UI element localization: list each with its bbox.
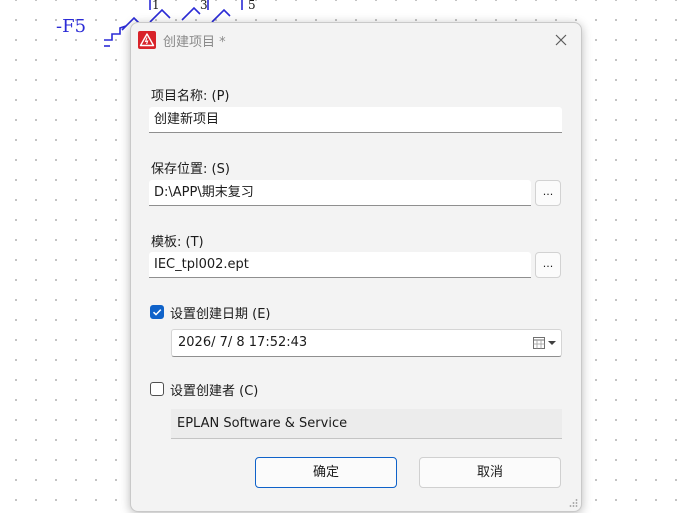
- resize-grip-icon[interactable]: [568, 498, 578, 508]
- ok-button[interactable]: 确定: [255, 457, 397, 488]
- create-project-dialog: 创建项目 * 项目名称: (P) 创建新项目 保存位置: (S) D:\APP\…: [130, 22, 582, 512]
- chevron-down-icon[interactable]: [547, 339, 557, 347]
- terminal-number-3: 3: [200, 0, 208, 12]
- template-browse-button[interactable]: ...: [535, 252, 561, 278]
- set-author-label: 设置创建者 (C): [170, 384, 259, 399]
- template-input[interactable]: IEC_tpl002.ept: [149, 252, 531, 278]
- save-location-browse-button[interactable]: ...: [535, 180, 561, 206]
- checkmark-icon: [152, 309, 162, 316]
- set-date-label: 设置创建日期 (E): [170, 307, 271, 322]
- set-date-checkbox[interactable]: [150, 305, 164, 319]
- terminal-number-5: 5: [248, 0, 256, 12]
- template-label: 模板: (T): [151, 235, 204, 250]
- close-icon: [555, 34, 567, 46]
- device-label-f5: -F5: [56, 16, 87, 37]
- creation-date-value: 2026/ 7/ 8 17:52:43: [178, 335, 308, 350]
- set-author-checkbox[interactable]: [150, 382, 164, 396]
- save-location-input[interactable]: D:\APP\期末复习: [149, 180, 531, 206]
- project-name-label: 项目名称: (P): [151, 89, 230, 104]
- author-input[interactable]: EPLAN Software & Service: [171, 409, 562, 439]
- dialog-title: 创建项目 *: [163, 35, 226, 50]
- terminal-number-1: 1: [152, 0, 160, 12]
- cancel-button[interactable]: 取消: [419, 457, 561, 488]
- warning-triangle-icon: [138, 31, 156, 49]
- creation-date-picker[interactable]: 2026/ 7/ 8 17:52:43: [171, 329, 562, 357]
- close-button[interactable]: [547, 27, 575, 53]
- project-name-input[interactable]: 创建新项目: [149, 107, 562, 133]
- dialog-titlebar[interactable]: 创建项目 *: [131, 23, 581, 57]
- calendar-icon[interactable]: [533, 336, 545, 349]
- save-location-label: 保存位置: (S): [151, 162, 230, 177]
